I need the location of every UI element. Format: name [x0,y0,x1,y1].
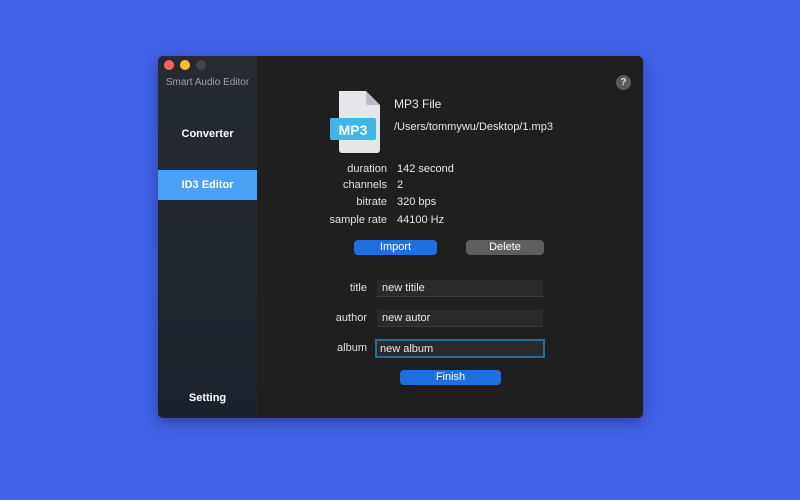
sidebar-item-setting[interactable]: Setting [158,383,257,413]
mp3-file-icon: MP3 [330,91,384,153]
mp3-badge: MP3 [338,122,368,138]
finish-button[interactable]: Finish [400,370,501,385]
sample-rate-label: sample rate [329,214,387,226]
zoom-window-button[interactable] [196,60,206,70]
author-label: author [335,312,367,324]
channels-value: 2 [397,179,404,191]
author-input[interactable]: new autor [377,310,543,327]
album-label: album [337,342,367,354]
delete-button[interactable]: Delete [466,240,544,255]
duration-label: duration [347,163,387,175]
file-path: /Users/tommywu/Desktop/1.mp3 [394,121,553,133]
sample-rate-value: 44100 Hz [397,214,445,226]
app-title: Smart Audio Editor [165,77,250,88]
file-type: MP3 File [394,97,442,111]
channels-label: channels [342,179,387,191]
sidebar-item-id3-editor[interactable]: ID3 Editor [158,170,257,200]
sidebar-item-converter[interactable]: Converter [158,119,257,149]
bitrate-label: bitrate [356,196,387,208]
import-button[interactable]: Import [354,240,437,255]
help-button[interactable]: ? [616,75,631,90]
sidebar: Smart Audio Editor Converter ID3 Editor … [158,56,257,418]
bitrate-value: 320 bps [397,196,437,208]
title-input[interactable]: new titile [377,280,543,297]
app-window: Smart Audio Editor Converter ID3 Editor … [158,56,643,418]
album-input[interactable]: new album [375,339,545,358]
title-label: title [349,282,367,294]
minimize-window-button[interactable] [180,60,190,70]
duration-value: 142 second [397,163,454,175]
close-window-button[interactable] [164,60,174,70]
